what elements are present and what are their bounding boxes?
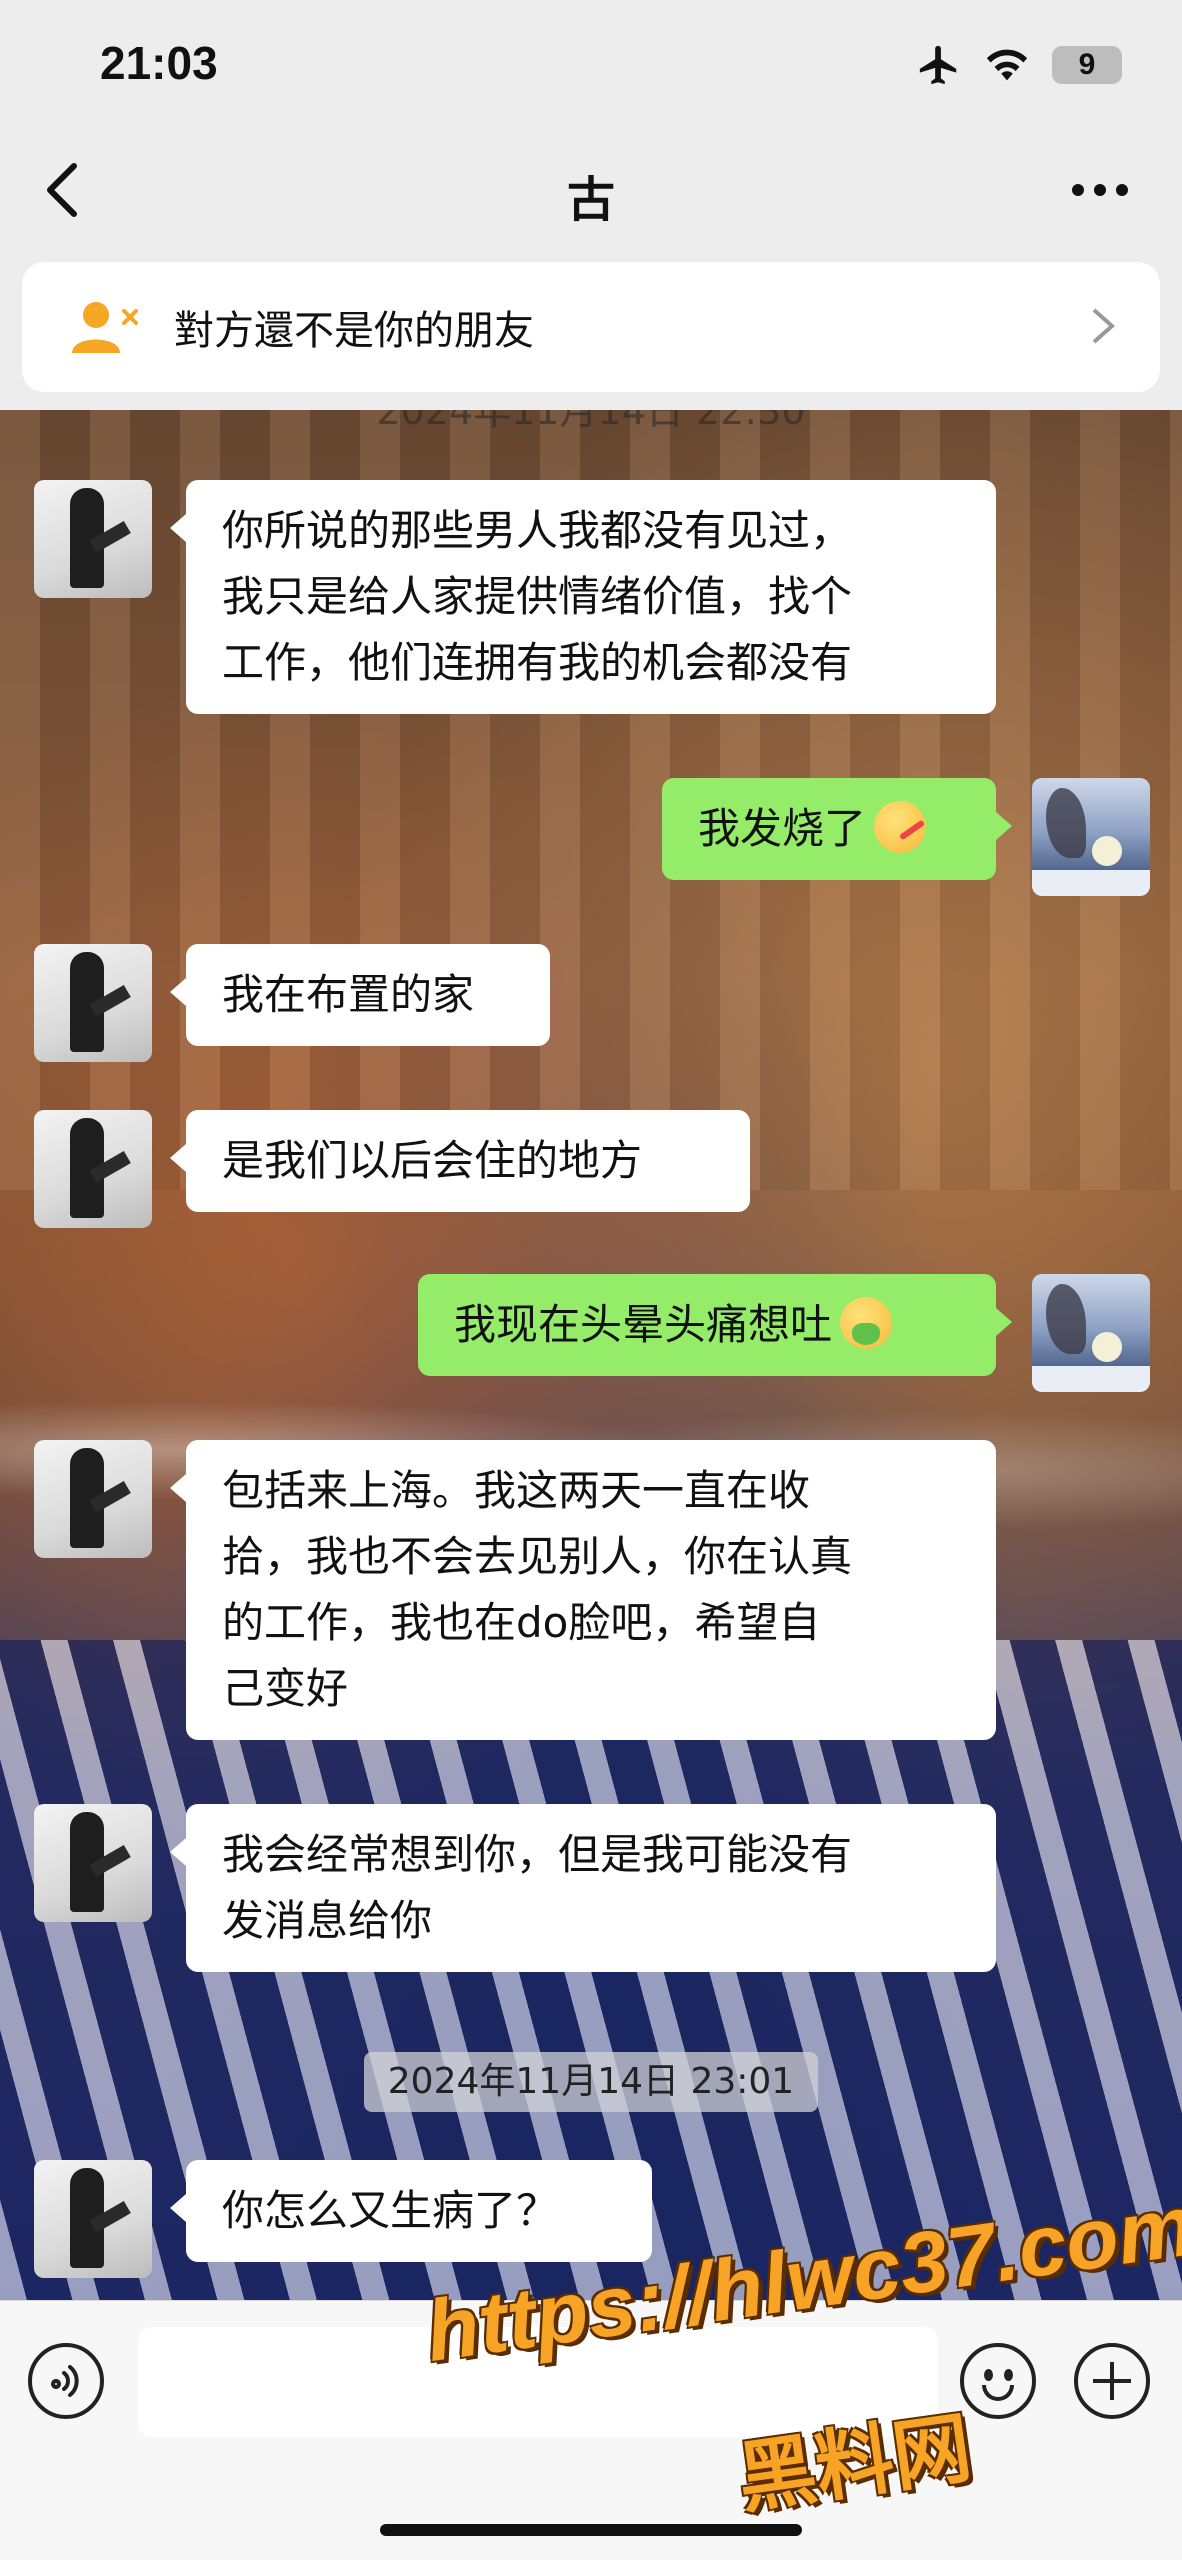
- nav-bar: 古: [0, 130, 1182, 250]
- not-friend-banner[interactable]: 對方還不是你的朋友: [22, 262, 1160, 392]
- nauseated-face-emoji: [840, 1297, 893, 1349]
- contact-avatar[interactable]: [34, 1804, 152, 1922]
- message-bubble[interactable]: 你怎么又生病了？: [170, 2160, 652, 2262]
- contact-avatar[interactable]: [34, 944, 152, 1062]
- my-avatar[interactable]: [1032, 778, 1150, 896]
- message-bubble[interactable]: 是我们以后会住的地方: [170, 1110, 750, 1212]
- message-bubble[interactable]: 我在布置的家: [170, 944, 550, 1046]
- chat-title: 古: [566, 172, 615, 228]
- contact-avatar[interactable]: [34, 2160, 152, 2278]
- airplane-icon: [916, 42, 962, 88]
- face-with-thermometer-emoji: [874, 801, 927, 853]
- message-bubble[interactable]: 我会经常想到你，但是我可能没有 发消息给你: [170, 1804, 996, 1972]
- contact-avatar[interactable]: [34, 1440, 152, 1558]
- add-friend-icon: [66, 297, 146, 357]
- more-functions-button[interactable]: [1074, 2343, 1150, 2419]
- battery-indicator: 9: [1052, 46, 1122, 84]
- not-friend-text: 對方還不是你的朋友: [174, 308, 534, 354]
- my-avatar[interactable]: [1032, 1274, 1150, 1392]
- wifi-icon: [984, 45, 1030, 85]
- chat-area[interactable]: 2024年11月14日 22:30 你所说的那些男人我都没有见过， 我只是给人家…: [0, 410, 1182, 2300]
- message-bubble[interactable]: 包括来上海。我这两天一直在收 拾，我也不会去见别人，你在认真 的工作，我也在do…: [170, 1440, 996, 1740]
- voice-input-button[interactable]: [28, 2343, 104, 2419]
- home-indicator[interactable]: [380, 2524, 802, 2536]
- status-bar: 21:03 9: [0, 0, 1182, 130]
- emoji-button[interactable]: [960, 2343, 1036, 2419]
- partial-timestamp: 2024年11月14日 22:30: [376, 410, 806, 433]
- status-icons: 9: [916, 40, 1122, 90]
- contact-avatar[interactable]: [34, 1110, 152, 1228]
- my-message-bubble[interactable]: 我发烧了: [662, 778, 1012, 880]
- status-time: 21:03: [100, 37, 218, 89]
- message-timestamp: 2024年11月14日 23:01: [364, 2052, 818, 2112]
- more-options-icon[interactable]: [1072, 180, 1132, 200]
- contact-avatar[interactable]: [34, 480, 152, 598]
- voice-icon: [51, 2365, 79, 2397]
- message-bubble[interactable]: 你所说的那些男人我都没有见过， 我只是给人家提供情绪价值，找个 工作，他们连拥有…: [170, 480, 996, 714]
- chevron-right-icon: [1090, 306, 1116, 346]
- my-message-bubble[interactable]: 我现在头晕头痛想吐: [418, 1274, 1012, 1376]
